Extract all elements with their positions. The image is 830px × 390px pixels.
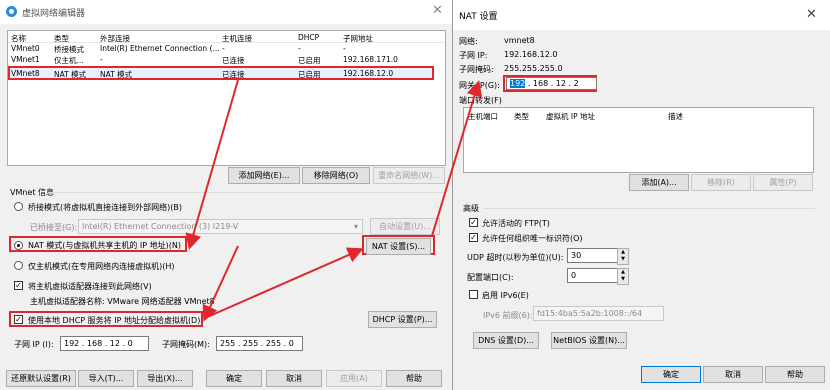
chk-ipv6-label[interactable]: 启用 IPv6(E)	[482, 290, 529, 301]
subnet-ip-field[interactable]: 192 . 168 . 12 . 0	[60, 336, 149, 351]
port-forward-label: 端口转发(F)	[459, 96, 502, 105]
pf-col-vmip[interactable]: 虚拟机 IP 地址	[546, 111, 595, 122]
chk-ftp-label[interactable]: 允许活动的 FTP(T)	[482, 218, 550, 229]
window-title: NAT 设置	[459, 12, 498, 22]
nat-settings-window: NAT 设置 ✕ 网络: vmnet8 子网 IP: 192.168.12.0 …	[452, 0, 830, 390]
close-icon[interactable]: ✕	[806, 7, 817, 22]
config-port-field[interactable]: 0	[567, 268, 618, 283]
cancel-button[interactable]: 取消	[266, 370, 322, 387]
cancel-button[interactable]: 取消	[703, 366, 763, 383]
bridged-to-label: 已桥接至(G):	[30, 223, 78, 232]
help-button[interactable]: 帮助	[386, 370, 442, 387]
ipv6-prefix-label: IPv6 前缀(6):	[483, 311, 533, 320]
chevron-down-icon: ▾	[353, 222, 358, 231]
udp-timeout-field[interactable]: 30	[567, 248, 618, 263]
col-dhcp[interactable]: DHCP	[298, 33, 319, 42]
ok-button[interactable]: 确定	[641, 366, 701, 383]
chk-connect-adapter[interactable]: ✓	[14, 281, 23, 290]
bridged-to-select[interactable]: Intel(R) Ethernet Connection (3) I219-V …	[78, 219, 363, 234]
subnet-mask-field[interactable]: 255 . 255 . 255 . 0	[216, 336, 303, 351]
close-icon[interactable]: ✕	[432, 3, 443, 18]
title-bar: 虚拟网络编辑器 ✕	[0, 0, 452, 24]
chk-oui[interactable]: ✓	[469, 233, 478, 242]
pf-add-button[interactable]: 添加(A)...	[629, 174, 689, 191]
help-button[interactable]: 帮助	[765, 366, 825, 383]
gateway-selected-octet: 192	[510, 79, 526, 88]
pf-col-type[interactable]: 类型	[514, 111, 529, 122]
subnet-mask-value: 255.255.255.0	[504, 64, 563, 73]
chk-oui-label[interactable]: 允许任何组织唯一标识符(O)	[482, 233, 583, 244]
gateway-ip-field[interactable]: 192 . 168 . 12 . 2	[506, 77, 597, 90]
dhcp-settings-button[interactable]: DHCP 设置(P)...	[368, 311, 437, 328]
chk-dhcp[interactable]: ✓	[14, 315, 23, 324]
pf-remove-button[interactable]: 移除(R)	[691, 174, 751, 191]
table-row[interactable]: VMnet0 桥接模式 Intel(R) Ethernet Connection…	[8, 44, 445, 54]
rename-network-button[interactable]: 重命名网络(W)...	[373, 167, 445, 184]
restore-defaults-button[interactable]: 还原默认设置(R)	[6, 370, 76, 387]
auto-settings-button[interactable]: 自动设置(U)...	[370, 218, 440, 235]
pf-col-desc[interactable]: 描述	[668, 111, 683, 122]
chk-ftp[interactable]: ✓	[469, 218, 478, 227]
add-network-button[interactable]: 添加网络(E)...	[228, 167, 300, 184]
export-button[interactable]: 导出(X)...	[137, 370, 193, 387]
port-forward-list[interactable]: 主机端口 类型 虚拟机 IP 地址 描述	[463, 107, 814, 173]
subnet-ip-label: 子网 IP (I):	[14, 340, 54, 349]
pf-properties-button[interactable]: 属性(P)	[753, 174, 813, 191]
network-editor-icon	[6, 6, 17, 17]
radio-nat[interactable]	[14, 241, 23, 250]
subnet-mask-label: 子网掩码:	[459, 65, 494, 74]
ok-button[interactable]: 确定	[206, 370, 262, 387]
radio-bridge[interactable]	[14, 202, 23, 211]
config-port-spinner[interactable]: ▲ ▼	[617, 268, 629, 285]
nat-settings-button[interactable]: NAT 设置(S)...	[366, 238, 431, 255]
netbios-settings-button[interactable]: NetBIOS 设置(N)...	[551, 332, 627, 349]
import-button[interactable]: 导入(T)...	[78, 370, 134, 387]
dns-settings-button[interactable]: DNS 设置(D)...	[473, 332, 539, 349]
adapter-name: 主机虚拟适配器名称: VMware 网络适配器 VMnet8	[30, 297, 215, 306]
remove-network-button[interactable]: 移除网络(O)	[302, 167, 370, 184]
window-title: 虚拟网络编辑器	[22, 9, 86, 19]
pf-col-port[interactable]: 主机端口	[468, 111, 498, 122]
ipv6-prefix-field[interactable]: fd15:4ba5:5a2b:1008::/64	[533, 306, 664, 321]
title-bar: NAT 设置 ✕	[453, 0, 830, 30]
table-row[interactable]: VMnet1 仅主机... - 已连接 已启用 192.168.171.0	[8, 55, 445, 65]
radio-bridge-label[interactable]: 桥接模式(将虚拟机直接连接到外部网络)(B)	[28, 202, 182, 213]
chk-dhcp-label[interactable]: 使用本地 DHCP 服务将 IP 地址分配给虚拟机(D)	[28, 315, 200, 326]
chk-ipv6[interactable]	[469, 290, 478, 299]
subnet-ip-value: 192.168.12.0	[504, 50, 558, 59]
udp-timeout-label: UDP 超时(以秒为单位)(U):	[467, 253, 564, 262]
advanced-label: 高级	[463, 204, 479, 213]
table-row-selected[interactable]: VMnet8 NAT 模式 NAT 模式 已连接 已启用 192.168.12.…	[8, 66, 434, 80]
virtual-network-editor-window: 虚拟网络编辑器 ✕ 名称 类型 外部连接 主机连接 DHCP 子网地址 VMne…	[0, 0, 453, 390]
network-list[interactable]: 名称 类型 外部连接 主机连接 DHCP 子网地址 VMnet0 桥接模式 In…	[7, 30, 446, 166]
apply-button[interactable]: 应用(A)	[326, 370, 382, 387]
radio-hostonly[interactable]	[14, 261, 23, 270]
subnet-mask-label: 子网掩码(M):	[162, 340, 210, 349]
chk-connect-adapter-label[interactable]: 将主机虚拟适配器连接到此网络(V)	[28, 281, 152, 292]
subnet-ip-label: 子网 IP:	[459, 51, 488, 60]
network-value: vmnet8	[504, 36, 535, 45]
radio-nat-label[interactable]: NAT 模式(与虚拟机共享主机的 IP 地址)(N)	[28, 240, 181, 251]
network-label: 网络:	[459, 37, 478, 46]
udp-spinner[interactable]: ▲ ▼	[617, 248, 629, 265]
gateway-label: 网关 IP(G):	[459, 81, 500, 90]
config-port-label: 配置端口(C):	[467, 273, 514, 282]
radio-hostonly-label[interactable]: 仅主机模式(在专用网络内连接虚拟机)(H)	[28, 261, 175, 272]
